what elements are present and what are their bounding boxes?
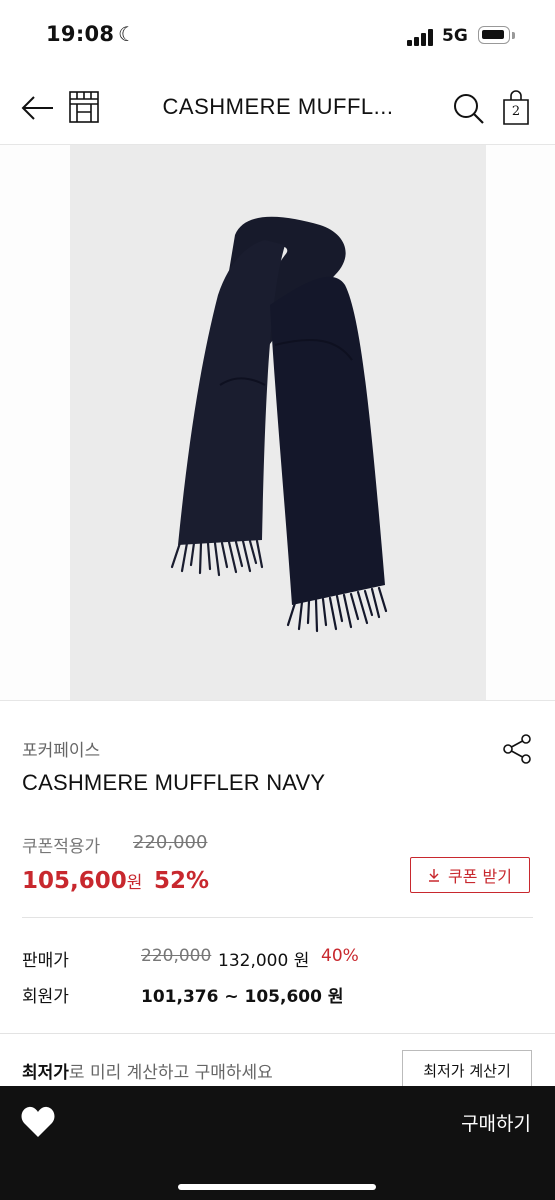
network-type: 5G: [442, 26, 468, 46]
product-image-area[interactable]: [0, 145, 555, 701]
heart-icon[interactable]: [20, 1105, 56, 1139]
sale-price: 132,000 원: [218, 951, 310, 971]
lowest-price-rest: 로 미리 계산하고 구매하세요: [68, 1063, 273, 1083]
buy-button[interactable]: 구매하기: [461, 1109, 531, 1136]
lowest-price-text: 최저가로 미리 계산하고 구매하세요: [22, 1058, 273, 1083]
download-arrow-icon: [429, 869, 440, 882]
cart-count: 2: [511, 104, 521, 119]
coupon-price-unit: 원: [126, 873, 143, 893]
divider: [0, 1033, 555, 1034]
back-arrow-icon[interactable]: [20, 90, 56, 126]
search-icon[interactable]: [452, 92, 484, 126]
coupon-price-value: 105,600: [22, 868, 127, 894]
battery-cap: [512, 32, 515, 39]
battery-icon: [478, 26, 510, 44]
top-nav: CASHMERE MUFFL... 2: [0, 72, 555, 145]
get-coupon-button[interactable]: 쿠폰 받기: [410, 857, 530, 893]
lowest-price-calculator-button[interactable]: 최저가 계산기: [402, 1050, 532, 1090]
scarf-illustration: [170, 216, 388, 633]
product-name: CASHMERE MUFFLER NAVY: [22, 770, 326, 795]
status-time: 19:08: [46, 22, 115, 46]
bottom-action-bar: 구매하기: [0, 1086, 555, 1200]
lowest-price-strong: 최저가: [22, 1063, 69, 1083]
brand-name[interactable]: 포커페이스: [22, 736, 100, 761]
signal-icon: [407, 28, 435, 46]
status-bar: 19:08 ☾ 5G: [0, 0, 555, 72]
store-icon[interactable]: [68, 90, 100, 124]
page-title: CASHMERE MUFFL...: [162, 94, 394, 119]
product-image: [70, 145, 486, 700]
sale-price-label: 판매가: [22, 951, 69, 971]
coupon-discount-rate: 52%: [154, 868, 210, 894]
member-price-label: 회원가: [22, 987, 69, 1007]
divider: [22, 917, 533, 918]
sale-original-price: 220,000: [141, 946, 212, 966]
member-price: 101,376 ~ 105,600 원: [141, 987, 344, 1007]
share-icon[interactable]: [500, 732, 534, 766]
coupon-price: 105,600원: [22, 868, 142, 894]
home-indicator: [178, 1184, 376, 1190]
sale-discount-rate: 40%: [321, 946, 359, 966]
get-coupon-label: 쿠폰 받기: [448, 867, 512, 886]
coupon-price-label: 쿠폰적용가: [22, 837, 101, 857]
moon-icon: ☾: [118, 22, 136, 46]
coupon-original-price: 220,000: [133, 832, 208, 853]
